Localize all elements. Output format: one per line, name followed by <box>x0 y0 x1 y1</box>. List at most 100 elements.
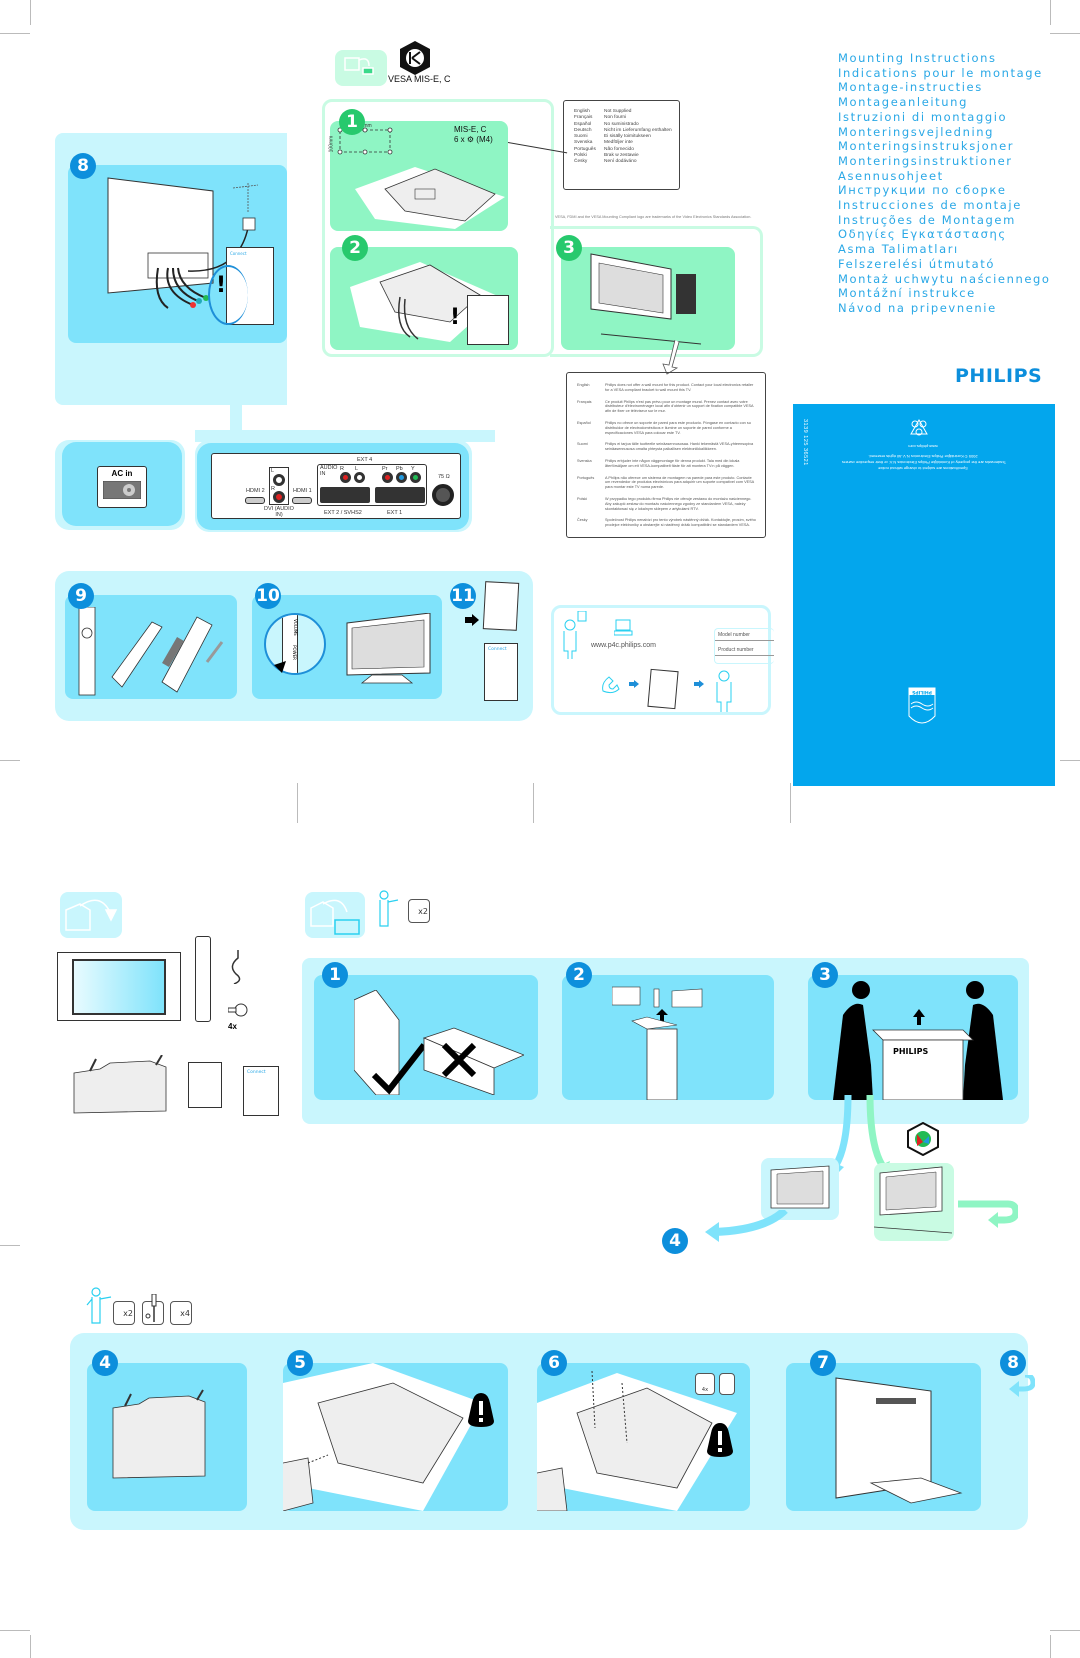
vesa-logo-label: VESA MIS-E, C <box>388 74 451 84</box>
not-supplied-table: English Not Supplied Français Non fourni E… <box>574 109 679 166</box>
arrow-right-icon <box>629 680 639 688</box>
cover-panel: 3139 125 36521 www.philips.com 2005 © Ko… <box>793 404 1055 786</box>
unpack-step-badge-3: 3 <box>812 962 838 988</box>
step-badge-8: 8 <box>70 153 96 179</box>
title-line: Montážní instrukce <box>838 286 976 301</box>
arrow-right-icon <box>465 614 479 626</box>
two-people-tile: x2 <box>408 899 430 923</box>
crop-mark <box>1050 1630 1080 1631</box>
step-badge-11: 11 <box>450 583 476 609</box>
dim-vertical: 100mm <box>328 135 335 153</box>
dvi-audio-r-jack[interactable] <box>273 491 285 503</box>
assembly-step-6-panel: 4x <box>537 1363 750 1511</box>
audio-r-jack[interactable] <box>340 472 351 483</box>
power-cord-icon <box>231 950 241 984</box>
two-people-lift-illustration <box>833 981 1003 1100</box>
title-line: Instruções de Montagem <box>838 212 1016 227</box>
hdmi2-port[interactable] <box>245 497 265 504</box>
audio-l-jack[interactable] <box>354 472 365 483</box>
support-website[interactable]: www.p4c.philips.com <box>591 642 656 649</box>
power-label: POWER <box>291 645 297 660</box>
pr-jack[interactable] <box>382 472 393 483</box>
box-contents-icon <box>60 892 122 938</box>
fold-mark <box>0 1245 20 1246</box>
stand-plate-illustration <box>112 1389 206 1479</box>
doc-number: 3139 125 36521 <box>802 419 808 466</box>
unpack-step-1-panel <box>314 975 538 1100</box>
text: Philips no ofrece un soporte de pared pa… <box>605 420 751 435</box>
title-line: Montageanleitung <box>838 95 968 110</box>
y-jack[interactable] <box>410 472 421 483</box>
philips-logo: PHILIPS <box>955 365 1043 387</box>
ext4-label: EXT 4 <box>357 457 373 463</box>
tv-front-illustration <box>346 613 431 684</box>
power-socket-icon <box>103 481 141 499</box>
assembly-step-5-panel <box>283 1363 508 1511</box>
step-9-panel <box>65 595 237 699</box>
antenna-port[interactable] <box>432 484 454 506</box>
screws-count: 4x <box>228 1022 237 1031</box>
step-badge-1: 1 <box>339 109 365 135</box>
screwdriver-tile <box>719 1373 735 1395</box>
step-10-panel: POWER VOLUME <box>252 595 442 699</box>
fold-mark <box>0 760 20 761</box>
zoom-circle <box>208 265 248 325</box>
ext2-label: EXT 2 / SVHS2 <box>324 510 362 516</box>
unpack-step-3-panel: PHILIPS <box>808 975 1018 1100</box>
crop-mark <box>0 1630 30 1631</box>
unpack-step-badge-2: 2 <box>566 962 592 988</box>
audio-in-label: AUDIO IN <box>320 465 338 477</box>
shield-label: PHILIPS <box>912 689 932 694</box>
wall-mount-option <box>874 1163 954 1241</box>
goto-step-badge-4: 4 <box>662 1228 688 1254</box>
dvi-l-label: L <box>271 468 275 474</box>
hdmi1-port[interactable] <box>292 497 312 504</box>
unpack-step-2-panel <box>562 975 774 1100</box>
connect-card: Connect <box>243 1066 279 1116</box>
title-line: Istruzioni di montaggio <box>838 109 1008 124</box>
title-line: Instrucciones de montaje <box>838 198 1022 213</box>
title-line: Asennusohjeet <box>838 168 944 183</box>
ports-board: EXT 4 HDMI 2 L R DVI (AUDIO IN) HDMI 1 A… <box>211 453 461 519</box>
support-card: www.p4c.philips.com Model number Product… <box>551 605 774 715</box>
tv-rear-assembled-illustration <box>835 1377 963 1504</box>
screws-tile: x4 <box>170 1301 192 1325</box>
remove-accessories-illustration <box>612 986 703 1100</box>
person-icon <box>86 1287 112 1324</box>
lang: Français <box>577 399 592 404</box>
attach-stand-illustration <box>283 1363 483 1511</box>
vesa-step-3-panel <box>561 247 735 350</box>
assembly-step-badge-7: 7 <box>810 1350 836 1376</box>
cover-website: www.philips.com <box>908 444 938 449</box>
title-line: Návod na pripevnenie <box>838 300 997 315</box>
wall-mount-notes-box: English Philips does not offer a wall mou… <box>566 372 766 538</box>
step-badge-2: 2 <box>342 235 368 261</box>
instruction-titles: Mounting Instructions Indications pour l… <box>838 51 1051 316</box>
text: A Philips não oferece um sistema de mont… <box>605 475 754 490</box>
pb-jack[interactable] <box>396 472 407 483</box>
dvi-audio-l-jack[interactable] <box>273 474 285 486</box>
title-line: Monteringsvejledning <box>838 124 995 139</box>
vesa-step-2-panel: ! <box>330 247 518 350</box>
vesa-step-1-panel: 200mm 100mm MIS-E, C 6 x ⚙ (M4) <box>328 121 508 231</box>
title-line: Felszerelési útmutató <box>838 256 996 271</box>
remote-batteries-illustration <box>78 607 224 696</box>
model-number-field[interactable]: Model number Product number <box>714 628 774 664</box>
connect-card: Connect <box>484 643 518 701</box>
scart-ext1[interactable] <box>375 487 425 503</box>
cover-specs-notice: Specifications are subject to change wit… <box>878 466 968 471</box>
computer-icon <box>614 619 633 636</box>
screw-count: x4 <box>180 1308 190 1318</box>
connect-card <box>467 295 509 345</box>
text: W przypadku tego produktu firma Philips … <box>605 496 752 511</box>
text: Philips erbjuder inte någon väggmontage … <box>605 458 740 468</box>
user-manual-booklet <box>482 581 520 631</box>
remote-control <box>195 936 211 1022</box>
vesa-trademark-note: VESA, FDMI and the VESA Mounting Complia… <box>555 215 752 219</box>
product-number-label: Product number <box>715 641 774 656</box>
scart-ext2[interactable] <box>320 487 370 503</box>
user-manual-booklet <box>188 1062 222 1108</box>
warning-icon: ! <box>450 305 461 330</box>
screws-tile: 4x <box>695 1373 715 1395</box>
title-line: Monteringsinstruktioner <box>838 153 1013 168</box>
